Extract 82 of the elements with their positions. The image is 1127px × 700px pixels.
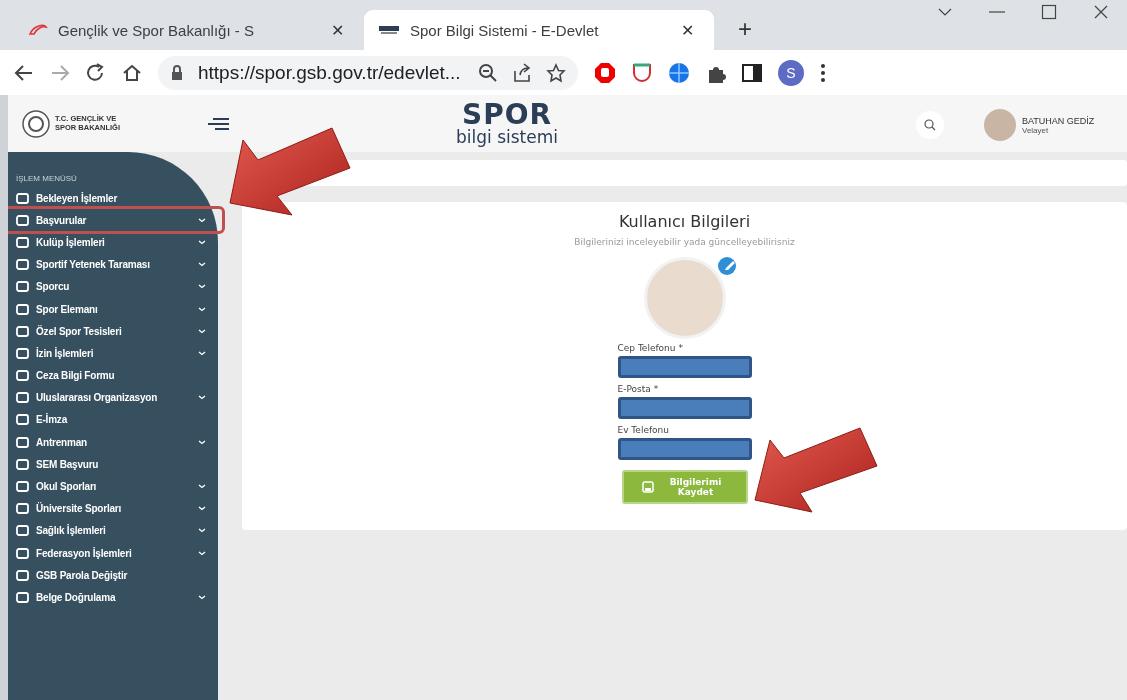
card-title: Kullanıcı Bilgileri (618, 212, 751, 231)
logo-subtitle: bilgi sistemi (456, 129, 558, 146)
browser-tab[interactable]: Gençlik ve Spor Bakanlığı - S ✕ (14, 10, 364, 50)
menu-item[interactable]: Ceza Bilgi Formu (8, 364, 218, 387)
close-icon (1093, 4, 1109, 20)
lock-icon (170, 64, 184, 81)
menu-item[interactable]: Sporcu (8, 275, 218, 298)
chevron-down-icon (198, 594, 206, 600)
chevron-down-icon (198, 328, 206, 334)
chevron-down-icon (198, 439, 206, 445)
side-panel-icon (742, 62, 762, 83)
menu-item[interactable]: Özel Spor Tesisleri (8, 320, 218, 343)
stop-hand-icon (594, 61, 616, 84)
logo-title: SPOR (461, 101, 553, 129)
chevron-down-icon (198, 506, 206, 512)
avatar-placeholder (984, 109, 1016, 141)
pencil-icon (723, 258, 736, 271)
star-icon (546, 62, 566, 83)
card-subtitle: Bilgilerinizi inceleyebilir yada güncelleyebilirisniz (574, 237, 795, 247)
menu-item[interactable]: Bekleyen İşlemler (8, 187, 218, 210)
search-button[interactable] (916, 111, 944, 139)
chevron-down-icon (198, 550, 206, 556)
forward-arrow-icon (50, 62, 70, 83)
home-icon (122, 62, 142, 83)
search-icon (924, 119, 936, 131)
ministry-emblem-icon (22, 109, 50, 138)
menu-item[interactable]: Uluslararası Organizasyon (8, 386, 218, 409)
more-vertical-icon (820, 62, 826, 83)
user-role: Velayet (1022, 125, 1050, 135)
redacted-input-field[interactable] (617, 397, 752, 419)
logo-icon (378, 23, 400, 37)
menu-item[interactable]: Kulüp İşlemleri (8, 231, 218, 254)
chevron-down-icon (198, 484, 206, 490)
zoom-out-icon (478, 62, 498, 83)
url-text: https://spor.gsb.gov.tr/edevlet... (198, 61, 462, 84)
chevron-down-icon (198, 284, 206, 290)
menu-item[interactable]: Üniversite Sporları (8, 497, 218, 520)
menu-item[interactable]: Belge Doğrulama (8, 586, 218, 609)
reload-icon (86, 62, 106, 83)
close-tab-button[interactable]: ✕ (675, 19, 700, 41)
menu-item[interactable]: SEM Başvuru (8, 453, 218, 476)
new-tab-button[interactable]: + (732, 14, 758, 44)
shield-icon (632, 62, 652, 83)
edit-photo-button[interactable] (717, 257, 736, 275)
chevron-down-icon (198, 306, 206, 312)
tab-title: Gençlik ve Spor Bakanlığı - S (58, 21, 255, 39)
close-tab-button[interactable]: ✕ (325, 19, 350, 41)
field-label: Ev Telefonu (617, 425, 670, 435)
menu-item[interactable]: E-İmza (8, 408, 218, 432)
field-label: Cep Telefonu * (617, 343, 684, 353)
menu-item[interactable]: Spor Elemanı (8, 297, 218, 321)
field-label: E-Posta * (617, 384, 660, 394)
profile-avatar[interactable]: S (778, 59, 804, 86)
menu-item[interactable]: Okul Sporları (8, 475, 218, 498)
redacted-input-field[interactable] (617, 438, 752, 460)
swoosh-icon (28, 23, 48, 37)
redacted-input-field[interactable] (617, 356, 752, 378)
chevron-down-icon (198, 528, 206, 534)
minimize-icon (989, 11, 1005, 13)
menu-item[interactable]: Federasyon İşlemleri (8, 542, 218, 565)
chevron-down-icon (198, 217, 206, 223)
save-icon (641, 481, 654, 493)
maximize-icon (1041, 4, 1057, 20)
address-bar[interactable]: https://spor.gsb.gov.tr/edevlet... (158, 55, 578, 90)
user-name: BATUHAN GEDİZ (1022, 115, 1095, 126)
menu-item[interactable]: İzin İşlemleri (8, 342, 218, 365)
menu-toggle-icon (207, 115, 230, 132)
chevron-down-icon (198, 395, 206, 401)
chevron-down-icon (198, 262, 206, 268)
browser-tab[interactable]: Spor Bilgi Sistemi - E-Devlet ✕ (364, 10, 714, 50)
chevron-down-icon (198, 239, 206, 245)
tab-title: Spor Bilgi Sistemi - E-Devlet (410, 21, 600, 39)
globe-icon (668, 61, 690, 84)
back-arrow-icon (14, 62, 34, 83)
menu-item[interactable]: Sağlık İşlemleri (8, 519, 218, 542)
share-icon (512, 62, 532, 83)
menu-heading: İŞLEM MENÜSÜ (16, 174, 78, 183)
menu-item[interactable]: Sportif Yetenek Taraması (8, 253, 218, 276)
menu-item[interactable]: Başvurular (8, 209, 222, 232)
menu-item[interactable]: Antrenman (8, 431, 218, 454)
chevron-down-icon (198, 350, 206, 356)
menu-item[interactable]: GSB Parola Değiştir (8, 564, 218, 587)
